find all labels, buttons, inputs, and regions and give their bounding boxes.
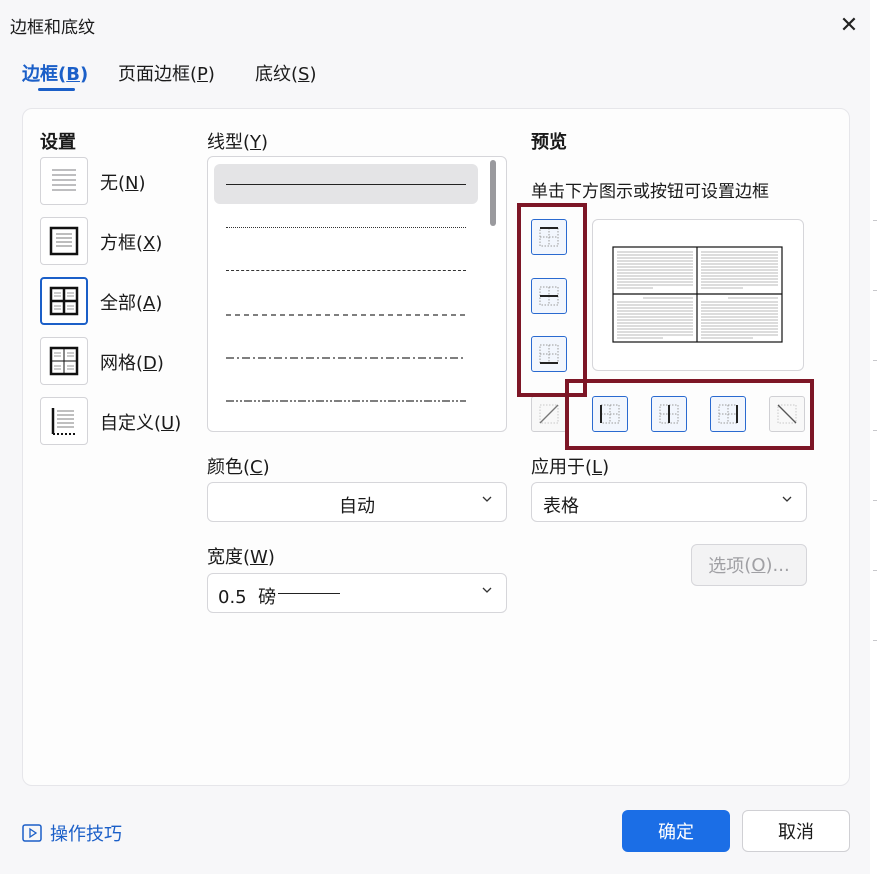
setting-none-label: 无(N) xyxy=(100,173,146,194)
width-line-sample xyxy=(278,593,340,594)
background-gridline xyxy=(873,570,877,571)
options-key: O xyxy=(751,554,766,576)
chevron-down-icon xyxy=(482,496,492,502)
apply-to-value: 表格 xyxy=(543,496,579,517)
tab-shading-key: S xyxy=(298,64,310,85)
color-text: 颜色 xyxy=(207,457,243,478)
color-key: C xyxy=(250,457,263,478)
background-gridline xyxy=(873,290,877,291)
chevron-down-icon xyxy=(782,496,792,502)
border-preview[interactable] xyxy=(592,219,804,371)
width-value: 0.5 磅 xyxy=(218,587,277,608)
setting-all-label: 全部(A) xyxy=(100,293,163,314)
setting-custom-text: 自定义 xyxy=(100,413,154,434)
color-select[interactable]: 自动 xyxy=(207,482,507,522)
line-style-text: 线型 xyxy=(207,132,243,153)
line-style-item[interactable] xyxy=(214,338,478,378)
setting-all-button[interactable] xyxy=(40,277,88,325)
preview-table-graphic xyxy=(612,246,783,343)
setting-custom-button[interactable] xyxy=(40,397,88,445)
width-text: 宽度 xyxy=(207,547,243,568)
diagonal-up-icon xyxy=(539,404,559,424)
settings-heading: 设置 xyxy=(40,132,76,153)
line-style-item[interactable] xyxy=(214,207,478,247)
line-style-item[interactable] xyxy=(214,295,478,335)
options-text: 选项 xyxy=(708,556,745,577)
width-key: W xyxy=(250,547,268,568)
tab-borders-label: 边框 xyxy=(22,64,58,85)
setting-custom-icon xyxy=(51,408,77,435)
apply-to-label: 应用于(L) xyxy=(531,457,610,478)
setting-box-icon xyxy=(49,226,79,256)
setting-all-icon xyxy=(49,286,79,316)
setting-box-button[interactable] xyxy=(40,217,88,265)
tab-page-border[interactable]: 页面边框(P) xyxy=(118,60,215,86)
setting-box-key: X xyxy=(143,233,156,254)
setting-grid-icon xyxy=(49,346,79,376)
tab-page-border-label: 页面边框 xyxy=(118,64,190,85)
setting-none-icon xyxy=(52,169,76,191)
highlight-horizontal-buttons xyxy=(565,379,814,450)
line-style-item[interactable] xyxy=(214,164,478,204)
options-suffix: ... xyxy=(772,554,790,576)
line-style-key: Y xyxy=(250,132,262,153)
tab-shading[interactable]: 底纹(S) xyxy=(255,60,317,86)
close-icon[interactable]: ✕ xyxy=(836,12,862,38)
tips-link[interactable]: 操作技巧 xyxy=(22,820,122,846)
background-gridline xyxy=(873,640,877,641)
options-button[interactable]: 选项(O)... xyxy=(691,544,807,586)
background-gridline xyxy=(873,500,877,501)
background-gridline xyxy=(873,360,877,361)
line-style-item[interactable] xyxy=(214,381,478,421)
cancel-button[interactable]: 取消 xyxy=(742,810,850,852)
apply-to-key: L xyxy=(592,457,603,478)
line-style-scrollbar[interactable] xyxy=(490,160,496,226)
color-label: 颜色(C) xyxy=(207,457,270,478)
background-gridline xyxy=(873,430,877,431)
setting-none-key: N xyxy=(125,173,139,194)
tips-label: 操作技巧 xyxy=(50,824,122,845)
setting-none-button[interactable] xyxy=(40,157,88,205)
line-style-item[interactable] xyxy=(214,250,478,290)
setting-all-text: 全部 xyxy=(100,293,136,314)
line-dash-long xyxy=(226,314,466,316)
line-style-label: 线型(Y) xyxy=(207,132,269,153)
highlight-vertical-buttons xyxy=(517,203,587,397)
setting-all-key: A xyxy=(143,293,156,314)
tab-shading-label: 底纹 xyxy=(255,64,291,85)
setting-box-text: 方框 xyxy=(100,233,136,254)
border-diagonal-up-button[interactable] xyxy=(531,396,567,432)
tab-page-border-key: P xyxy=(197,64,208,85)
width-label: 宽度(W) xyxy=(207,547,275,568)
color-value: 自动 xyxy=(339,496,375,517)
width-select[interactable]: 0.5 磅 xyxy=(207,573,507,613)
setting-grid-text: 网格 xyxy=(100,353,136,374)
line-dash-dot xyxy=(226,357,466,359)
background-window-edge xyxy=(870,0,877,874)
play-video-icon xyxy=(22,824,42,842)
preview-heading: 预览 xyxy=(531,132,567,153)
setting-grid-button[interactable] xyxy=(40,337,88,385)
setting-custom-label: 自定义(U) xyxy=(100,413,182,434)
ok-button[interactable]: 确定 xyxy=(622,810,730,852)
line-dash-dot-dot xyxy=(226,400,466,402)
tab-borders[interactable]: 边框(B) xyxy=(22,60,88,86)
active-tab-indicator xyxy=(38,88,75,91)
apply-to-text: 应用于 xyxy=(531,457,585,478)
dialog-title: 边框和底纹 xyxy=(10,18,95,38)
setting-none-text: 无 xyxy=(100,173,118,194)
setting-box-label: 方框(X) xyxy=(100,233,163,254)
line-style-list[interactable] xyxy=(207,156,507,432)
setting-grid-key: D xyxy=(143,353,157,374)
background-gridline xyxy=(873,220,877,221)
tab-borders-key: B xyxy=(66,64,80,85)
setting-custom-key: U xyxy=(161,413,175,434)
setting-grid-label: 网格(D) xyxy=(100,353,164,374)
apply-to-select[interactable]: 表格 xyxy=(531,482,807,522)
chevron-down-icon xyxy=(482,587,492,593)
borders-shading-dialog: 边框和底纹 ✕ 边框(B) 页面边框(P) 底纹(S) 设置 无(N) 方框(X… xyxy=(0,0,871,874)
preview-hint: 单击下方图示或按钮可设置边框 xyxy=(531,182,769,202)
